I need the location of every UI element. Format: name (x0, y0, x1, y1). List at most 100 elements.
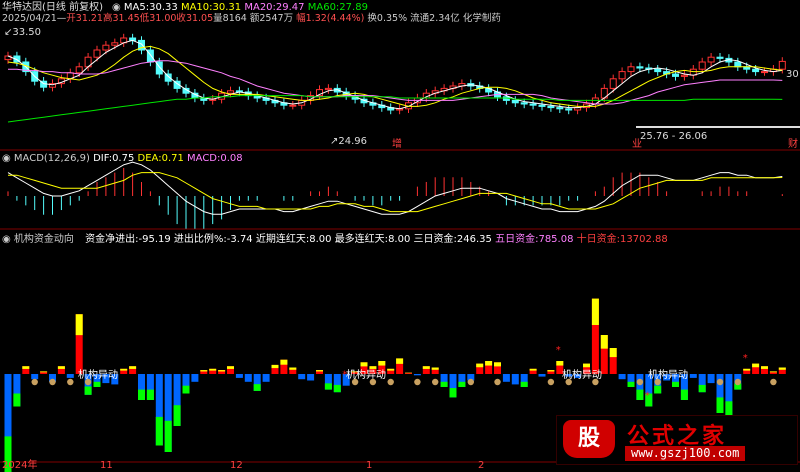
quote-change: 1.32(4.44%) (305, 13, 365, 24)
fund-inflow-top (360, 362, 368, 367)
candle-body (75, 66, 83, 74)
candle-body (289, 104, 297, 107)
fund-outflow-tail (672, 381, 679, 387)
quote-turnover: 0.35% (376, 13, 408, 24)
fund-inflow-top (494, 362, 501, 367)
candle-body (636, 66, 644, 69)
macd-value: 0.08 (220, 153, 243, 164)
event-tag-ji[interactable]: 业 (632, 139, 642, 151)
fund-legend: ◉ 机构资金动向 资金净进出:-95.19 进出比例%:-3.74 近期连红天:… (2, 234, 668, 245)
fund-outflow-bar (707, 374, 715, 384)
fund-outflow-tail (654, 385, 662, 394)
quote-amount: 2547万 (259, 13, 294, 24)
fund-inflow-top (431, 367, 439, 370)
candle-body (529, 103, 537, 106)
candle-body (734, 61, 742, 68)
fund-outflow-tail (253, 384, 261, 391)
fund-inflow-top (485, 361, 493, 366)
fund-inflow-top (396, 358, 404, 364)
ma-legend-toggle-icon[interactable]: ◉ (112, 2, 121, 13)
fund-inflow-top (529, 368, 537, 371)
candle-body (716, 56, 724, 59)
fund-inflow-top (120, 368, 128, 371)
money-bag-icon (467, 378, 474, 386)
money-bag-icon (770, 378, 777, 386)
candle-body (547, 105, 555, 109)
fund-outflow-bar (262, 374, 270, 382)
fund-outflow-bar (413, 374, 421, 376)
fund-inflow-top (129, 366, 137, 369)
price-right-mark: 30 (786, 69, 799, 80)
fund-streak: 8.00 (309, 234, 332, 245)
quote-sector: 化学制药 (462, 13, 501, 24)
fund-outflow-tail (138, 389, 145, 400)
fund-3d: 246.35 (456, 234, 492, 245)
fund-inflow-top (769, 371, 777, 373)
ma60-label: MA60: (307, 2, 340, 13)
quote-float: 2.34亿 (429, 13, 460, 24)
watermark: 股 公式之家 www.gszj100.com (556, 415, 798, 465)
macd-toggle-icon[interactable]: ◉ (2, 153, 11, 164)
fund-inflow-top (271, 364, 279, 369)
fund-outflow-tail (449, 388, 457, 398)
event-tag-cai[interactable]: 财 (788, 139, 798, 151)
fund-outflow-tail (173, 405, 181, 426)
fund-inflow-top (591, 298, 599, 325)
money-bag-icon (49, 378, 56, 386)
candle-body (520, 102, 528, 105)
fund-event-label: 机构异动 (648, 370, 688, 381)
fund-outflow-bar (191, 374, 199, 382)
money-bag-icon (494, 378, 501, 386)
candle-body (227, 90, 234, 94)
candle-body (698, 61, 706, 70)
fund-inflow-top (600, 335, 608, 349)
price-range-mark: 25.76 - 26.06 (640, 131, 708, 142)
fund-inflow-top (316, 370, 323, 372)
candle-body (565, 108, 573, 111)
ma60-value: 27.89 (339, 2, 368, 13)
x-axis-tick: 1 (366, 460, 373, 471)
fund-outflow-tail (333, 384, 341, 393)
money-bag-icon (636, 378, 644, 386)
price-high-mark: ↙33.50 (4, 27, 42, 38)
fund-inflow-top (556, 361, 564, 366)
money-bag-icon (31, 378, 38, 386)
spike-star-icon: * (645, 391, 650, 402)
event-tag-zeng[interactable]: 增 (392, 139, 402, 151)
fund-outflow-bar (511, 374, 519, 385)
fund-outflow-tail (636, 389, 644, 400)
fund-inflow-top (778, 367, 786, 370)
fund-outflow-tail (84, 386, 92, 395)
macd-legend: ◉ MACD(12,26,9) DIF:0.75 DEA:0.71 MACD:0… (2, 153, 243, 164)
money-bag-icon (734, 378, 741, 386)
price-low-mark: ↗24.96 (330, 136, 368, 147)
fund-inflow-top (40, 371, 48, 373)
fund-inflow-top (369, 366, 377, 369)
macd-dif: 0.75 (112, 153, 135, 164)
candle-body (761, 71, 768, 74)
money-bag-icon (547, 378, 555, 386)
fund-inflow-top (75, 314, 83, 336)
x-axis-tick: 12 (230, 460, 243, 471)
fund-outflow-bar (31, 374, 39, 380)
fund-outflow-bar (66, 374, 74, 378)
x-axis-tick: 11 (100, 460, 113, 471)
fund-outflow-tail (698, 384, 706, 393)
ma10-value: 30.31 (212, 2, 242, 13)
candle-body (752, 68, 760, 73)
fund-inflow-top (387, 368, 395, 371)
fund-outflow-bar (689, 374, 697, 378)
fund-inflow-top (761, 366, 768, 369)
fund-toggle-icon[interactable]: ◉ (2, 234, 11, 245)
x-axis-year: 2024年 (2, 460, 38, 471)
ma10-label: MA10: (180, 2, 213, 13)
candle-body (556, 107, 564, 110)
ma5-label: MA5: (123, 2, 150, 13)
candle-body (538, 104, 546, 107)
money-bag-icon (716, 378, 724, 386)
fund-title: 机构资金动向 (13, 234, 74, 245)
fund-inflow-top (743, 368, 751, 371)
quote-row: 2025/04/21—开31.21高31.45低31.00收31.05量8164… (2, 13, 501, 24)
fund-outflow-tail (458, 381, 466, 387)
candle-body (680, 74, 688, 77)
